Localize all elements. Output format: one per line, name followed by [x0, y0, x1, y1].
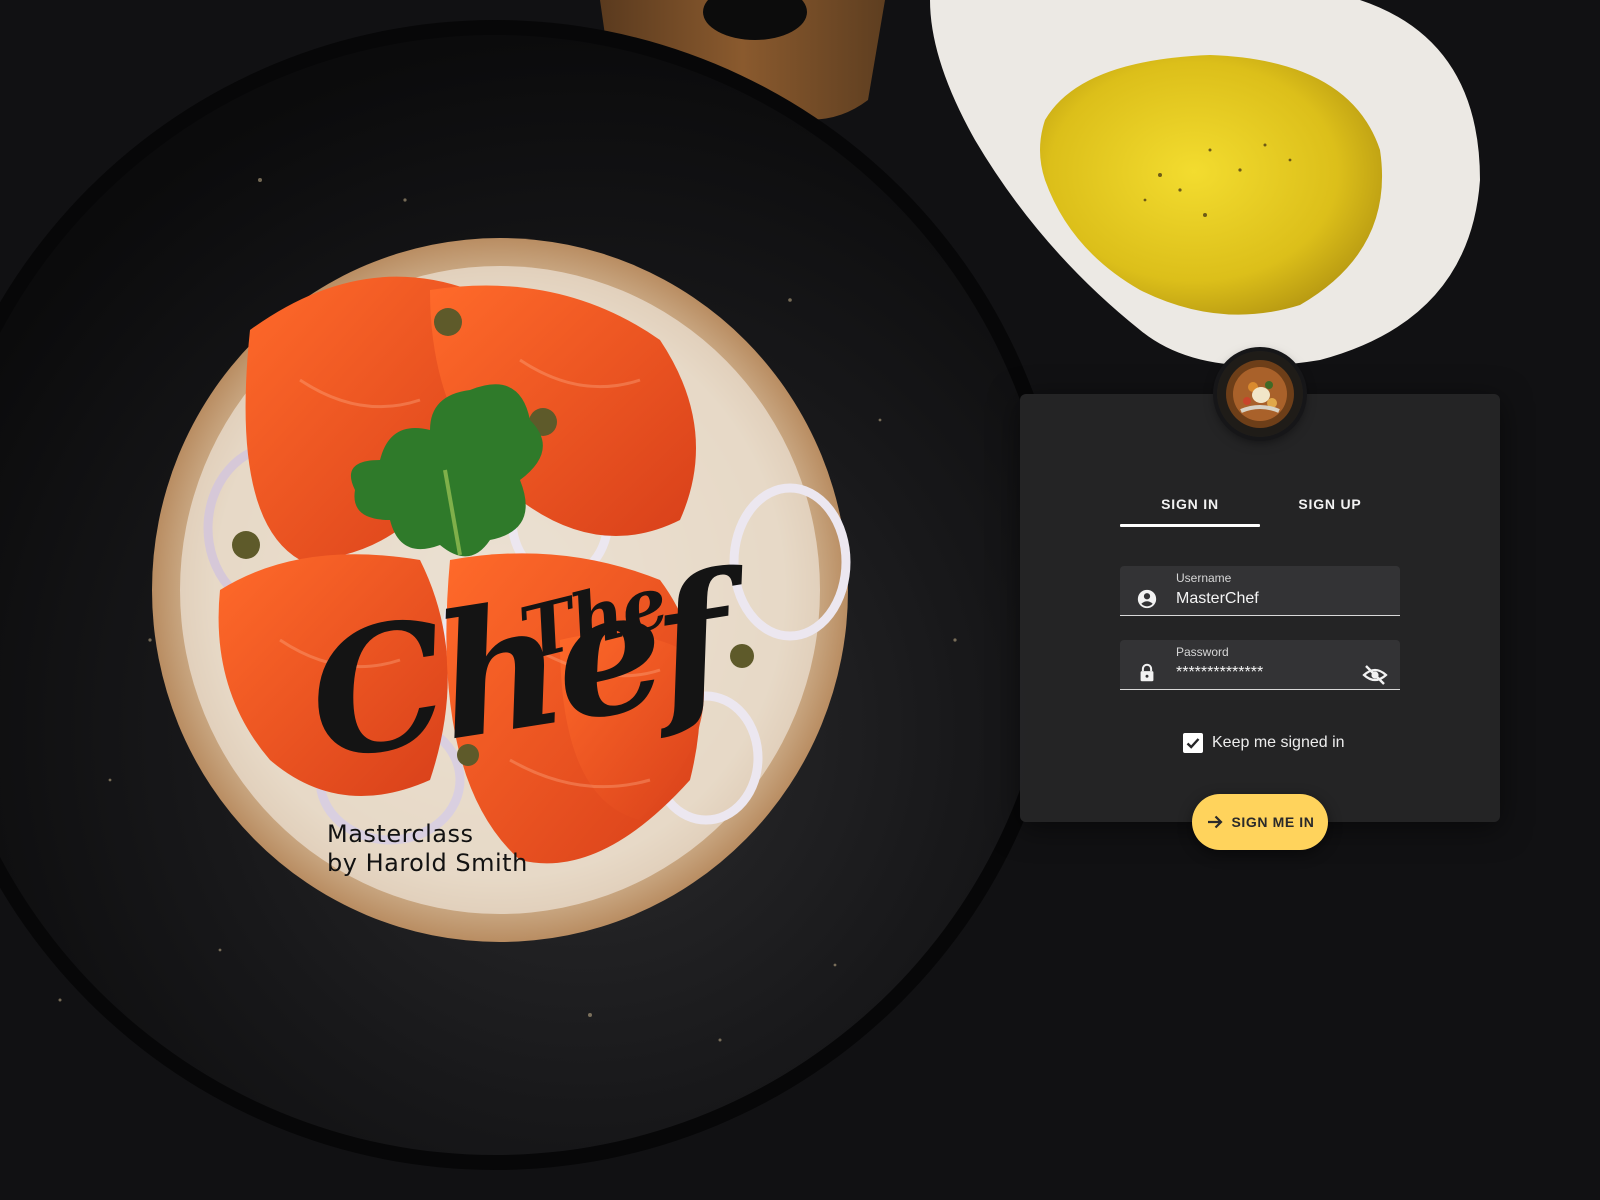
brand-title-large: Chef: [296, 537, 739, 800]
dish-avatar-image: [1217, 351, 1303, 437]
password-field[interactable]: Password: [1120, 640, 1400, 690]
brand-subtitle-line1: Masterclass: [327, 820, 474, 848]
username-field[interactable]: Username: [1120, 566, 1400, 616]
tab-sign-up[interactable]: SIGN UP: [1260, 485, 1400, 527]
brand-logo: The Chef Masterclass by Harold Smith: [296, 537, 738, 895]
account-circle-icon: [1136, 588, 1158, 610]
check-icon: [1186, 738, 1200, 749]
lock-icon: [1136, 662, 1158, 684]
password-input[interactable]: [1176, 664, 1356, 682]
brand-subtitle: Masterclass by Harold Smith: [327, 820, 528, 878]
username-input[interactable]: [1176, 590, 1356, 608]
arrow-forward-icon: [1205, 812, 1225, 832]
keep-signed-in-checkbox[interactable]: [1183, 733, 1203, 753]
auth-tabs: SIGN IN SIGN UP: [1120, 485, 1400, 527]
brand-subtitle-line2: by Harold Smith: [327, 849, 528, 877]
username-label: Username: [1176, 571, 1232, 585]
avatar: [1217, 351, 1303, 437]
keep-signed-in-label: Keep me signed in: [1212, 734, 1345, 751]
tab-sign-in[interactable]: SIGN IN: [1120, 485, 1260, 527]
keep-signed-in[interactable]: Keep me signed in: [1183, 732, 1345, 754]
visibility-off-icon[interactable]: [1362, 664, 1388, 686]
sign-me-in-label: SIGN ME IN: [1231, 814, 1315, 830]
sign-me-in-button[interactable]: SIGN ME IN: [1192, 794, 1328, 850]
password-label: Password: [1176, 645, 1229, 659]
